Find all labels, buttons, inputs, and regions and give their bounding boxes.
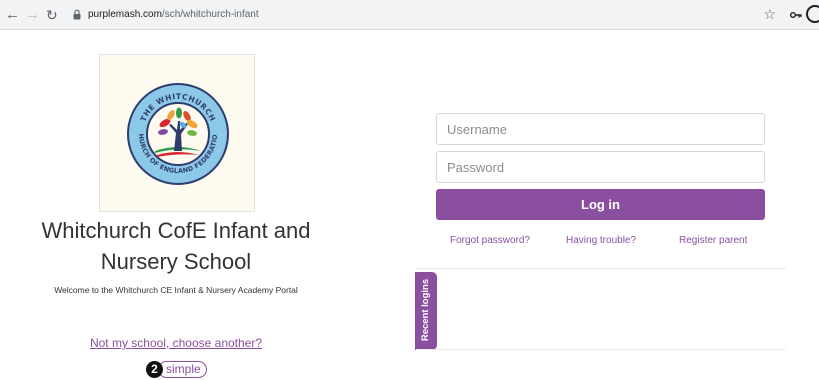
lock-icon: [73, 9, 81, 20]
recent-logins-label: Recent logins: [420, 278, 431, 342]
school-logo: THE WHITCHURCH CHURCH OF ENGLAND FEDERAT…: [99, 54, 255, 212]
forward-arrow-icon[interactable]: →: [25, 7, 40, 23]
brand-number: 2: [146, 361, 163, 378]
url-host: purplemash.com: [88, 9, 162, 20]
welcome-text: Welcome to the Whitchurch CE Infant & Nu…: [54, 285, 298, 295]
forgot-password-link[interactable]: Forgot password?: [450, 235, 530, 246]
bookmark-star-icon[interactable]: ☆: [763, 6, 776, 23]
having-trouble-link[interactable]: Having trouble?: [566, 235, 636, 246]
profile-avatar-icon[interactable]: [806, 5, 819, 23]
school-name-heading: Whitchurch CofE Infant and Nursery Schoo…: [41, 218, 311, 274]
recent-logins-divider-top: [416, 268, 786, 269]
reload-icon[interactable]: ↻: [46, 7, 58, 23]
whitchurch-logo-icon: THE WHITCHURCH CHURCH OF ENGLAND FEDERAT…: [125, 81, 229, 185]
url-path: /sch/whitchurch-infant: [161, 9, 259, 20]
recent-logins-divider-bottom: [416, 349, 786, 350]
choose-another-school-link[interactable]: Not my school, choose another?: [0, 336, 352, 350]
key-icon[interactable]: [790, 8, 802, 22]
register-parent-link[interactable]: Register parent: [679, 235, 747, 246]
username-input[interactable]: [436, 113, 765, 145]
brand-word: simple: [158, 361, 207, 378]
recent-logins-tab[interactable]: Recent logins: [415, 272, 437, 350]
browser-toolbar: ← → ↻ purplemash.com/sch/whitchurch-infa…: [0, 0, 819, 30]
password-input[interactable]: [436, 151, 765, 183]
back-arrow-icon[interactable]: ←: [5, 7, 20, 23]
address-bar[interactable]: purplemash.com/sch/whitchurch-infant ☆: [66, 4, 788, 26]
url-text: purplemash.com/sch/whitchurch-infant: [88, 8, 259, 22]
login-button[interactable]: Log in: [436, 189, 765, 220]
